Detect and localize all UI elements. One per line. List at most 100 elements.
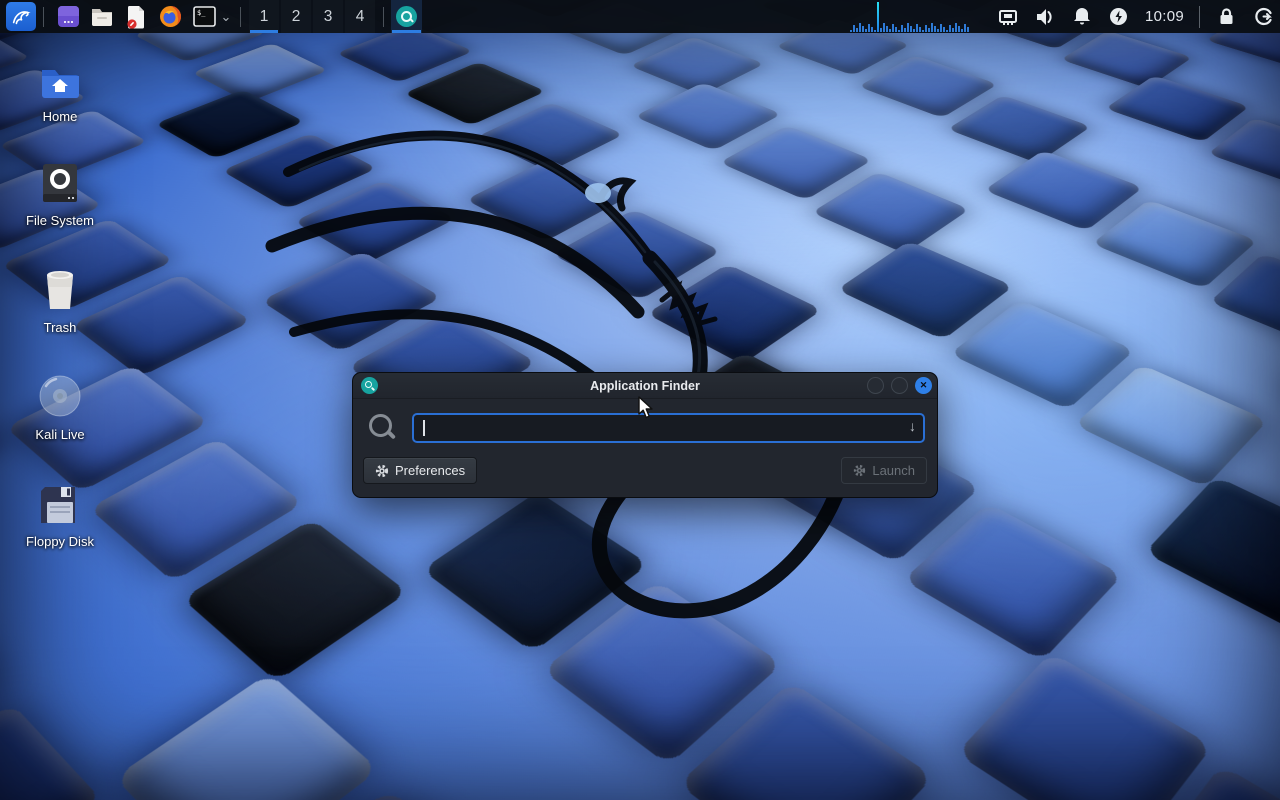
graph-bar	[901, 25, 903, 32]
wallpaper-cube	[956, 652, 1212, 800]
preferences-button[interactable]: Preferences	[363, 457, 477, 484]
workspace-button-4[interactable]: 4	[345, 0, 375, 33]
wallpaper-cube	[1105, 75, 1250, 142]
desktop-icon-label: Floppy Disk	[18, 534, 102, 549]
floppy-disk-icon	[18, 479, 102, 525]
graph-bar	[853, 25, 855, 32]
graph-bar	[862, 26, 864, 32]
wallpaper-cube	[858, 55, 998, 118]
workspace-label: 2	[292, 8, 301, 26]
file-manager-icon	[90, 6, 114, 27]
desktop-icon-file-system[interactable]: File System	[18, 158, 102, 228]
search-input-wrap: ↓	[412, 413, 925, 443]
chevron-down-icon[interactable]: ⌄	[219, 9, 233, 25]
desktop-icon-trash[interactable]: Trash	[18, 265, 102, 335]
panel-separator	[1199, 6, 1200, 28]
graph-bar	[946, 30, 948, 32]
graph-bar	[922, 30, 924, 32]
firefox-icon	[159, 5, 182, 28]
panel-separator	[383, 7, 384, 27]
launcher-terminal[interactable]: $_	[191, 2, 217, 31]
desktop-icon-label: File System	[18, 213, 102, 228]
graph-bar	[910, 26, 912, 32]
graph-bar	[919, 27, 921, 32]
panel-separator	[43, 7, 44, 27]
graph-bar	[937, 29, 939, 32]
clock[interactable]: 10:09	[1145, 8, 1184, 25]
graph-bar	[958, 26, 960, 32]
graph-bar	[895, 27, 897, 32]
optical-disc-icon	[18, 372, 102, 418]
desktop-icon-label: Trash	[18, 320, 102, 335]
graph-bar	[913, 29, 915, 32]
purple-app-icon	[57, 5, 80, 28]
trash-can-icon	[18, 265, 102, 311]
wallpaper-cube	[1092, 200, 1258, 289]
system-monitor-graph[interactable]	[850, 1, 978, 32]
graph-bar	[931, 23, 933, 32]
notifications-bell-icon[interactable]	[1071, 5, 1093, 29]
panel-separator	[240, 7, 241, 27]
launch-label: Launch	[872, 463, 915, 478]
wallpaper-cube	[1145, 476, 1280, 633]
graph-bar	[889, 29, 891, 32]
volume-tray-icon[interactable]	[1034, 5, 1056, 29]
window-list-appfinder[interactable]	[391, 0, 422, 33]
graph-bar	[892, 24, 894, 32]
dialog-titlebar[interactable]: Application Finder ✕	[353, 373, 937, 399]
workspace-button-3[interactable]: 3	[313, 0, 343, 33]
launcher-firefox[interactable]	[157, 2, 183, 31]
launcher-text-editor[interactable]	[123, 2, 149, 31]
launcher-file-manager[interactable]	[89, 2, 115, 31]
graph-bar	[928, 28, 930, 32]
wallpaper-cube	[811, 172, 970, 254]
graph-bar	[898, 30, 900, 32]
dialog-title: Application Finder	[353, 379, 937, 393]
gear-icon	[375, 464, 389, 478]
terminal-prompt-glyph: $_	[197, 9, 206, 17]
graph-bar	[877, 2, 879, 32]
desktop-icon-floppy-disk[interactable]: Floppy Disk	[18, 479, 102, 549]
close-button[interactable]: ✕	[915, 377, 932, 394]
graph-bar	[964, 24, 966, 32]
graph-bar	[874, 30, 876, 32]
graph-bar	[907, 23, 909, 32]
launch-button[interactable]: Launch	[841, 457, 927, 484]
graph-bar	[865, 29, 867, 32]
workspace-button-2[interactable]: 2	[281, 0, 311, 33]
desktop-icon-home[interactable]: Home	[18, 54, 102, 124]
maximize-button[interactable]	[891, 377, 908, 394]
desktop-icon-kali-live[interactable]: Kali Live	[18, 372, 102, 442]
lock-screen-icon[interactable]	[1215, 5, 1237, 29]
wallpaper-cube	[984, 150, 1143, 231]
home-folder-icon	[18, 54, 102, 100]
graph-bar	[955, 23, 957, 32]
wallpaper-cube	[115, 673, 379, 800]
graph-bar	[871, 27, 873, 32]
network-tray-icon[interactable]	[997, 5, 1019, 29]
graph-bar	[883, 23, 885, 32]
top-panel: $_ ⌄ 1 2 3 4	[0, 0, 1280, 33]
search-input[interactable]	[412, 413, 925, 443]
applications-menu-button[interactable]	[6, 2, 36, 31]
graph-bar	[850, 30, 852, 32]
minimize-button[interactable]	[867, 377, 884, 394]
terminal-icon: $_	[193, 6, 216, 27]
logout-icon[interactable]	[1252, 5, 1274, 29]
wallpaper-cube	[0, 703, 103, 800]
wallpaper-cube	[1060, 31, 1192, 89]
launcher-app-purple[interactable]	[55, 2, 81, 31]
graph-bar	[859, 23, 861, 32]
text-editor-icon	[125, 5, 147, 29]
wallpaper-cube	[947, 95, 1091, 163]
power-manager-icon[interactable]	[1108, 5, 1130, 29]
graph-bar	[916, 24, 918, 32]
graph-bar	[943, 27, 945, 32]
graph-bar	[880, 28, 882, 32]
search-icon	[367, 412, 399, 444]
graph-bar	[868, 24, 870, 32]
desktop-icon-label: Kali Live	[18, 427, 102, 442]
appfinder-taskbar-icon	[396, 6, 417, 27]
graph-bar	[940, 24, 942, 32]
workspace-button-1[interactable]: 1	[249, 0, 279, 33]
